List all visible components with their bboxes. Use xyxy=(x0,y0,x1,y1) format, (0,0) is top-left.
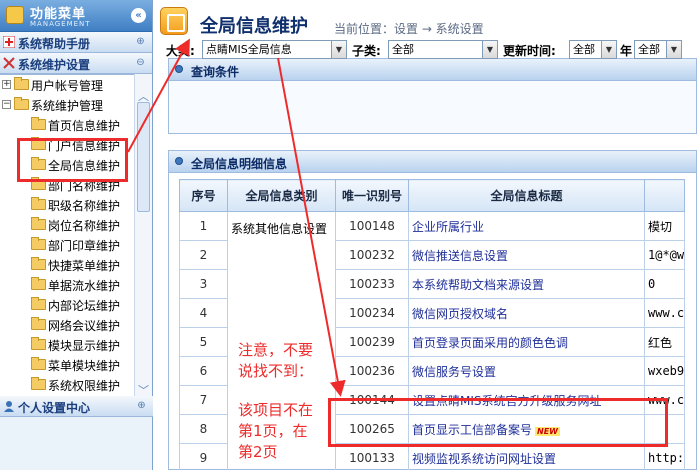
annotation-arrows xyxy=(127,38,346,397)
note-line: 第2页 xyxy=(238,443,278,461)
note-line: 注意，不要 xyxy=(238,341,314,359)
note-line: 第1页，在 xyxy=(238,422,308,440)
annotation-note-2: 该项目不在 第1页，在 第2页 xyxy=(238,400,313,463)
note-line: 说找不到： xyxy=(238,362,314,380)
annotation-note-1: 注意，不要 说找不到： xyxy=(238,340,313,382)
note-line: 该项目不在 xyxy=(238,401,314,419)
arrow-to-title xyxy=(127,38,190,153)
